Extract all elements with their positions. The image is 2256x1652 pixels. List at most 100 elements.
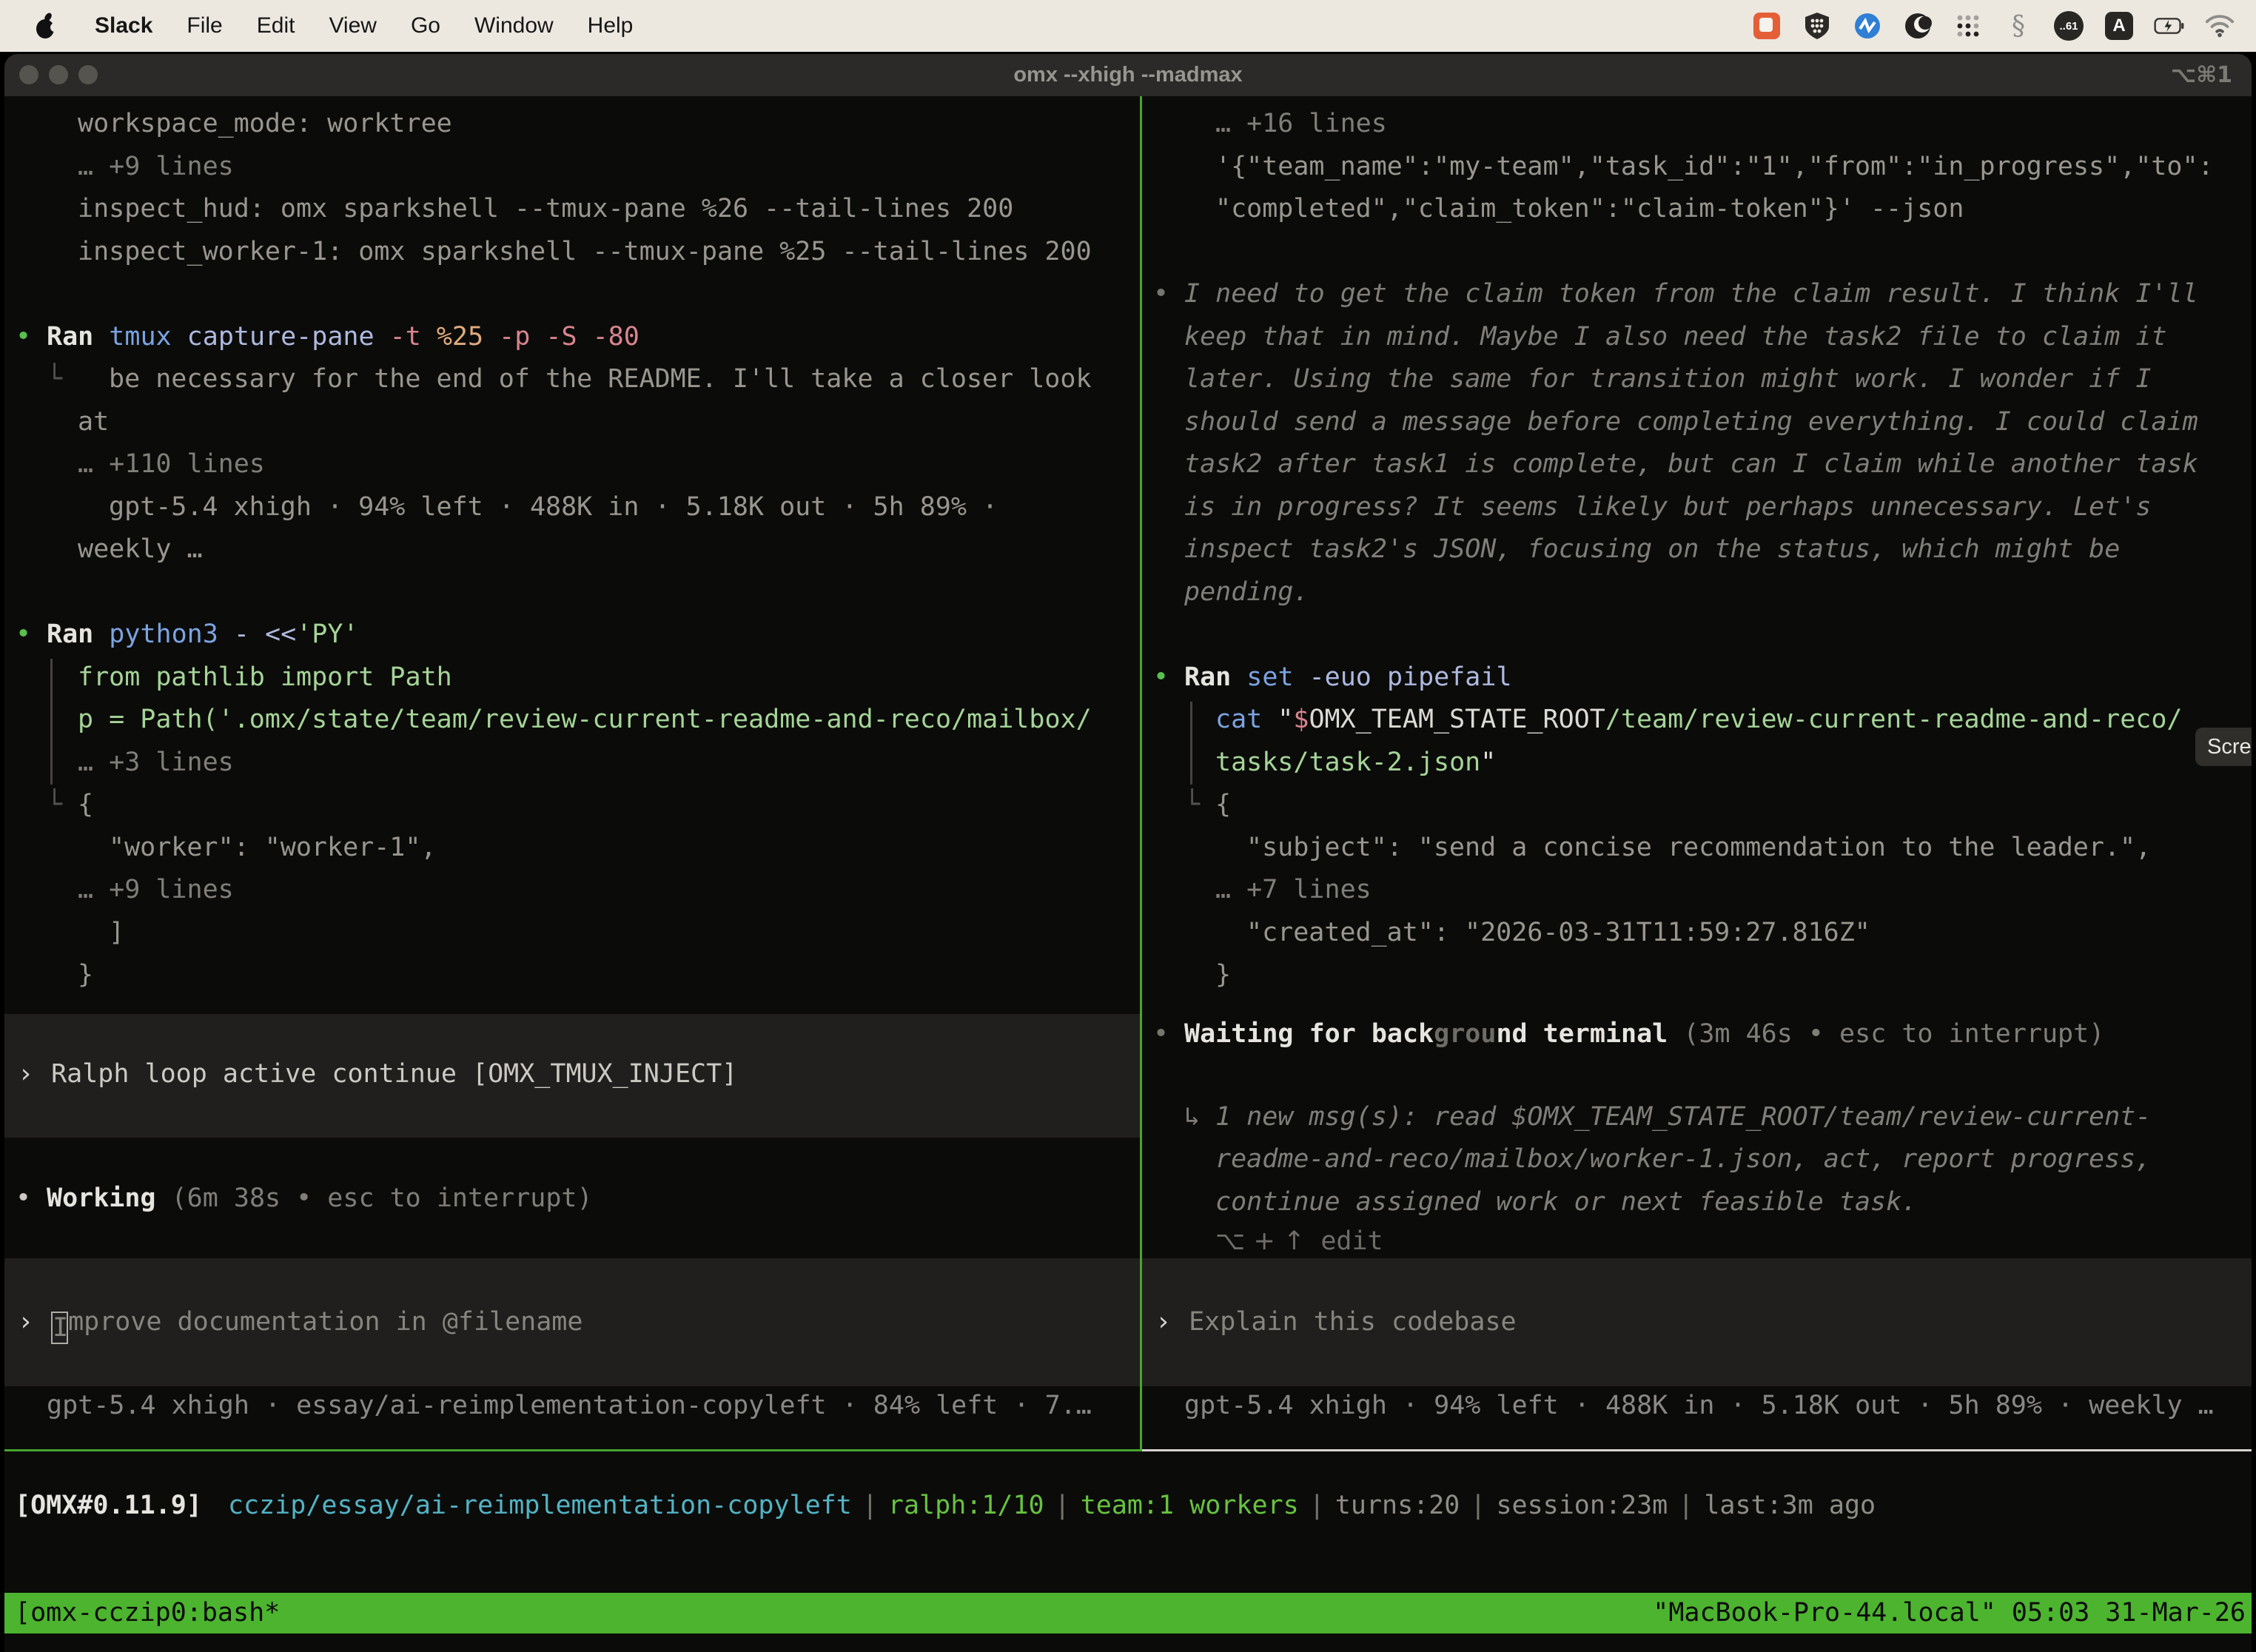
mailbox-message-line: ↳1 new msg(s): read $OMX_TEAM_STATE_ROOT… xyxy=(1142,1096,2252,1139)
left-model-status: gpt-5.4 xhigh · essay/ai-reimplementatio… xyxy=(4,1385,1140,1428)
left-prompt-input[interactable]: ›Improve documentation in @filename xyxy=(4,1258,1140,1386)
right-pane[interactable]: … +16 lines '{"team_name":"my-team","tas… xyxy=(1142,96,2252,1451)
collapsed-lines-note: … +9 lines xyxy=(4,146,1140,189)
hud-project-path: cczip/essay/ai-reimplementation-copyleft xyxy=(218,1491,852,1520)
output-line: workspace_mode: worktree xyxy=(4,103,1140,146)
text-cursor: I xyxy=(51,1312,68,1344)
command-program: tmux xyxy=(109,322,171,352)
prompt-icon: › xyxy=(18,1059,33,1089)
mailbox-message-line: readme-and-reco/mailbox/worker-1.json, a… xyxy=(1142,1138,2252,1181)
path-segment: tasks/task-2.json xyxy=(1215,748,1480,777)
json-output-line: } xyxy=(1142,954,2252,997)
output-line: inspect_worker-1: omx sparkshell --tmux-… xyxy=(4,231,1140,274)
menu-item-window[interactable]: Window xyxy=(474,13,554,38)
tmux-session-name: [omx-cczip0:bash* xyxy=(15,1593,280,1633)
json-output-line: "subject": "send a concise recommendatio… xyxy=(1142,827,2252,870)
left-pane[interactable]: workspace_mode: worktree … +9 lines insp… xyxy=(4,96,1140,1451)
command-program: set xyxy=(1246,662,1293,692)
json-output-line: └{ xyxy=(1142,784,2252,827)
menu-item-go[interactable]: Go xyxy=(411,13,440,38)
shield-icon[interactable] xyxy=(1802,10,1833,41)
collapsed-lines-note: … +7 lines xyxy=(1142,869,2252,912)
separator: | xyxy=(1299,1491,1335,1520)
hud-turns: turns:20 xyxy=(1335,1491,1460,1520)
wifi-icon[interactable] xyxy=(2204,10,2235,41)
waiting-label-shimmer: grou xyxy=(1434,1019,1496,1049)
thinking-line: later. Using the same for transition mig… xyxy=(1142,358,2252,401)
collapsed-lines-note: … +9 lines xyxy=(4,869,1140,912)
command-flags: -p -S -80 xyxy=(499,322,639,352)
command-program: cat xyxy=(1215,705,1262,734)
window-shortcut-hint: ⌥⌘1 xyxy=(2171,54,2232,96)
menu-item-view[interactable]: View xyxy=(329,13,376,38)
command-arg: - xyxy=(234,620,249,649)
apple-menu-icon[interactable] xyxy=(30,10,61,41)
working-status-line: • Working (6m 38s • esc to interrupt) xyxy=(4,1178,1140,1220)
screen-record-indicator-icon[interactable] xyxy=(1751,10,1782,41)
title-bar[interactable]: omx --xhigh --madmax ⌥⌘1 xyxy=(4,54,2252,96)
command-output-line: weekly … xyxy=(4,528,1140,571)
tmux-host-clock: "MacBook-Pro-44.local" 05:03 31-Mar-26 xyxy=(1653,1593,2246,1633)
env-var: OMX_TEAM_STATE_ROOT xyxy=(1309,705,1605,734)
output-line: '{"team_name":"my-team","task_id":"1","f… xyxy=(1142,146,2252,189)
usage-61-icon[interactable]: ..61 xyxy=(2053,10,2084,41)
thinking-line: task2 after task1 is complete, but can I… xyxy=(1142,443,2252,486)
crescent-icon[interactable] xyxy=(1902,10,1933,41)
input-placeholder: Explain this codebase xyxy=(1189,1307,1517,1337)
menu-item-help[interactable]: Help xyxy=(588,13,634,38)
waiting-meta: (3m 46s • esc to interrupt) xyxy=(1683,1019,2104,1049)
terminal-content: workspace_mode: worktree … +9 lines insp… xyxy=(4,96,2252,1652)
command-program: python3 xyxy=(109,620,218,649)
menu-bar: Slack File Edit View Go Window Help xyxy=(0,0,2256,52)
collapsed-lines-note: … +3 lines xyxy=(4,742,1140,785)
output-line: inspect_hud: omx sparkshell --tmux-pane … xyxy=(4,188,1140,231)
thinking-line: is in progress? It seems likely but perh… xyxy=(1142,486,2252,529)
edit-label: edit xyxy=(1320,1226,1383,1256)
thinking-line: •I need to get the claim token from the … xyxy=(1142,273,2252,316)
output-connector-line xyxy=(50,659,53,785)
edit-hint: ⌥ + ↑ edit xyxy=(1142,1220,2252,1263)
heredoc-operator: << xyxy=(265,620,296,649)
thinking-line: should send a message before completing … xyxy=(1142,401,2252,444)
json-output-line: "created_at": "2026-03-31T11:59:27.816Z" xyxy=(1142,912,2252,955)
json-output-line: "worker": "worker-1", xyxy=(4,827,1140,870)
terminal-window: omx --xhigh --madmax ⌥⌘1 workspace_mode:… xyxy=(4,54,2252,1652)
ran-set-command: • Ran set -euo pipefail xyxy=(1142,657,2252,699)
waiting-label: nd terminal xyxy=(1496,1019,1668,1049)
ran-tmux-command: • Ran tmux capture-pane -t %25 -p -S -80 xyxy=(4,316,1140,359)
dot-grid-icon[interactable] xyxy=(1953,10,1984,41)
left-pane-bottom-border xyxy=(4,1449,1142,1451)
ran-python-command: • Ran python3 - <<'PY' xyxy=(4,614,1140,657)
cat-command-line: cat "$OMX_TEAM_STATE_ROOT/team/review-cu… xyxy=(1142,699,2252,742)
battery-icon[interactable] xyxy=(2154,10,2185,41)
blue-bolt-icon[interactable] xyxy=(1852,10,1883,41)
hud-team-workers: team:1 workers xyxy=(1081,1491,1299,1520)
blank-line xyxy=(4,571,1140,614)
a-app-icon[interactable]: A xyxy=(2104,10,2135,41)
waiting-status-line: • Waiting for background terminal (3m 46… xyxy=(1142,1013,2252,1056)
command-output-line: gpt-5.4 xhigh · 94% left · 488K in · 5.1… xyxy=(4,486,1140,529)
collapsed-lines-note: … +110 lines xyxy=(4,443,1140,486)
menu-app-name[interactable]: Slack xyxy=(95,13,152,38)
command-output-line: └be necessary for the end of the README.… xyxy=(4,358,1140,401)
mailbox-message-line: continue assigned work or next feasible … xyxy=(1142,1181,2252,1224)
ran-label: Ran xyxy=(47,620,93,649)
right-prompt-input[interactable]: ›Explain this codebase xyxy=(1142,1258,2252,1386)
bullet-icon: • xyxy=(1153,657,1169,699)
code-line: p = Path('.omx/state/team/review-current… xyxy=(4,699,1140,742)
blank-line xyxy=(1142,614,2252,657)
menu-item-edit[interactable]: Edit xyxy=(257,13,295,38)
inject-status-band: ›Ralph loop active continue [OMX_TMUX_IN… xyxy=(4,1014,1140,1138)
thinking-line: inspect task2's JSON, focusing on the st… xyxy=(1142,528,2252,571)
command-output-line: at xyxy=(4,401,1140,444)
output-line: "completed","claim_token":"claim-token"}… xyxy=(1142,188,2252,231)
screen-permission-tooltip: Scre xyxy=(2195,728,2252,766)
separator: | xyxy=(1460,1491,1496,1520)
waiting-label: Waiting for back xyxy=(1184,1019,1434,1049)
bullet-icon: • xyxy=(16,614,31,657)
squiggle-icon[interactable]: § xyxy=(2003,10,2034,41)
thinking-line: keep that in mind. Maybe I also need the… xyxy=(1142,316,2252,359)
menu-item-file[interactable]: File xyxy=(187,13,222,38)
command-flag: -t xyxy=(390,322,421,352)
right-stream: … +16 lines '{"team_name":"my-team","tas… xyxy=(1142,103,2252,997)
